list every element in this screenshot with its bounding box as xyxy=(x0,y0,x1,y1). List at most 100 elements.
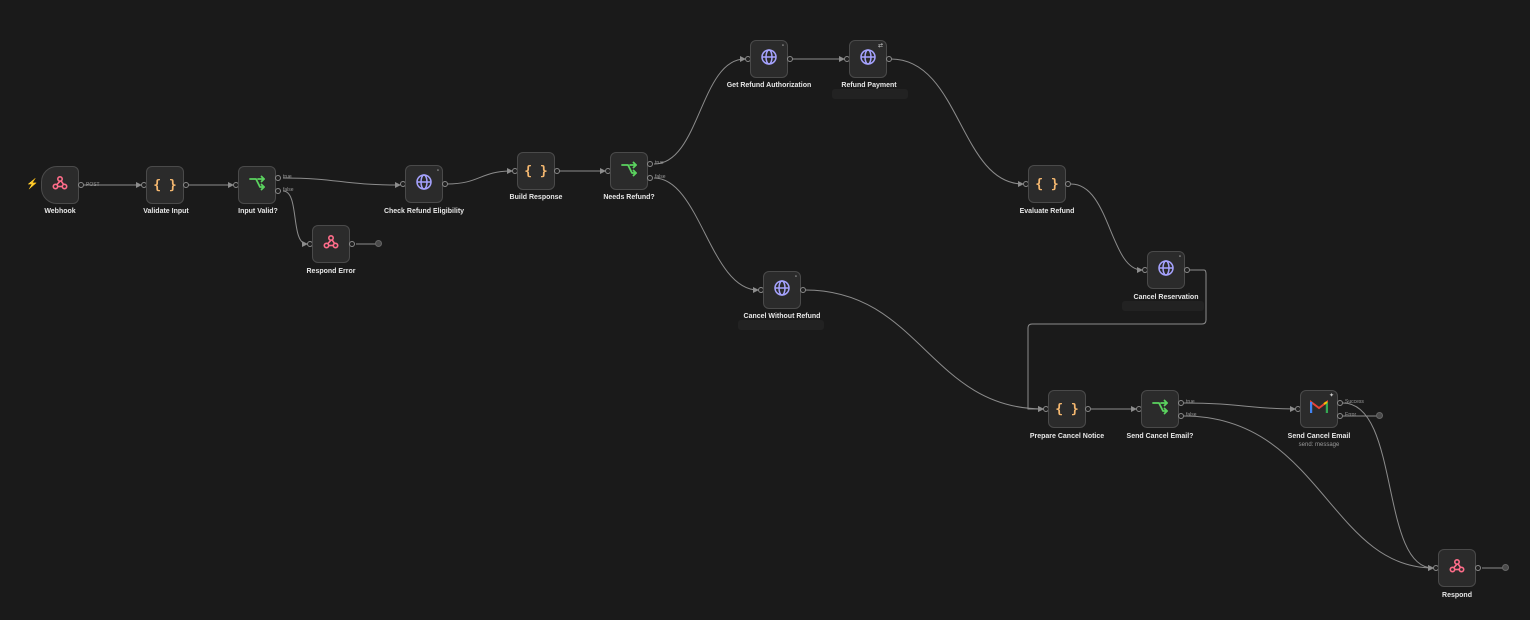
edge-inputvalid-error xyxy=(282,190,308,247)
node-label-build-response: Build Response xyxy=(509,194,563,201)
port-label-true: true xyxy=(283,174,292,180)
output-port[interactable] xyxy=(1065,181,1071,187)
port-label-post: POST xyxy=(86,182,100,188)
port-label-false: false xyxy=(283,187,294,193)
node-respond-error[interactable] xyxy=(312,225,350,263)
output-port-false[interactable] xyxy=(1178,413,1184,419)
gmail-icon xyxy=(1309,399,1329,419)
globe-icon xyxy=(859,48,877,71)
edge-cancelnr-prepare xyxy=(804,289,1044,412)
node-badge-icon: ▫ xyxy=(781,43,784,49)
output-port-true[interactable] xyxy=(275,175,281,181)
node-label-cancel-reservation: Cancel Reservation xyxy=(1133,294,1199,301)
output-port[interactable] xyxy=(183,182,189,188)
output-port-error[interactable] xyxy=(1337,413,1343,419)
node-badge-icon: ⇄ xyxy=(877,43,883,49)
node-prepare-cancel-notice[interactable]: { } xyxy=(1048,390,1086,428)
if-branch-icon xyxy=(248,174,266,197)
port-label-success: Success xyxy=(1345,399,1364,405)
edge-gmail-success-respond xyxy=(1342,402,1434,571)
node-send-cancel-email[interactable]: ✦ xyxy=(1300,390,1338,428)
code-braces-icon: { } xyxy=(524,163,548,179)
output-port-true[interactable] xyxy=(647,161,653,167)
node-get-refund-auth[interactable]: ▫ xyxy=(750,40,788,78)
node-label-send-cancel-email-check: Send Cancel Email? xyxy=(1126,433,1194,440)
node-label-evaluate-refund: Evaluate Refund xyxy=(1019,208,1075,215)
port-label-true: true xyxy=(1186,399,1195,405)
node-label-refund-payment: Refund Payment xyxy=(841,82,897,89)
node-build-response[interactable]: { } xyxy=(517,152,555,190)
add-node-handle[interactable] xyxy=(1376,412,1383,419)
node-badge-icon: ▫ xyxy=(1178,254,1181,260)
trigger-bolt-icon: ⚡ xyxy=(26,179,39,190)
edge-refund-evaluate xyxy=(890,58,1024,187)
output-port[interactable] xyxy=(554,168,560,174)
node-input-valid[interactable] xyxy=(238,166,276,204)
node-label-check-refund: Check Refund Eligibility xyxy=(383,208,465,215)
node-badge-icon: ▫ xyxy=(436,168,439,174)
node-label-respond-error: Respond Error xyxy=(306,268,356,275)
output-port-false[interactable] xyxy=(647,175,653,181)
node-label-validate-input: Validate Input xyxy=(143,208,189,215)
node-shadow xyxy=(1122,301,1204,311)
globe-icon xyxy=(1157,259,1175,282)
output-port[interactable] xyxy=(442,181,448,187)
code-braces-icon: { } xyxy=(1055,401,1079,417)
port-label-false: false xyxy=(1186,412,1197,418)
output-port[interactable] xyxy=(800,287,806,293)
node-cancel-reservation[interactable]: ▫ xyxy=(1147,251,1185,289)
globe-icon xyxy=(773,279,791,302)
edge-needs-getauth xyxy=(653,56,746,165)
workflow-canvas[interactable]: ⚡ POST Webhook { } Validate Input true f… xyxy=(0,0,1530,620)
node-subtitle-send-cancel-email: send: message xyxy=(1298,442,1340,448)
node-refund-payment[interactable]: ⇄ xyxy=(849,40,887,78)
webhook-icon xyxy=(322,233,340,256)
node-label-input-valid: Input Valid? xyxy=(238,208,278,215)
webhook-icon xyxy=(51,174,69,197)
globe-icon xyxy=(760,48,778,71)
node-cancel-without-refund[interactable]: ▫ xyxy=(763,271,801,309)
node-label-respond: Respond xyxy=(1442,592,1472,599)
node-shadow xyxy=(738,320,824,330)
edge-needs-cancelnr xyxy=(653,177,759,293)
port-label-error: Error xyxy=(1345,412,1357,418)
node-respond[interactable] xyxy=(1438,549,1476,587)
output-port-false[interactable] xyxy=(275,188,281,194)
node-needs-refund[interactable] xyxy=(610,152,648,190)
webhook-icon xyxy=(1448,557,1466,580)
edge-sendq-gmail xyxy=(1183,402,1296,412)
output-port[interactable] xyxy=(78,182,84,188)
node-badge-icon: ✦ xyxy=(1328,393,1334,399)
node-validate-input[interactable]: { } xyxy=(146,166,184,204)
node-badge-icon: ▫ xyxy=(794,274,797,280)
if-branch-icon xyxy=(620,160,638,183)
node-webhook[interactable] xyxy=(41,166,79,204)
code-braces-icon: { } xyxy=(153,177,177,193)
output-port[interactable] xyxy=(886,56,892,62)
output-port-success[interactable] xyxy=(1337,400,1343,406)
edge-check-build xyxy=(446,168,513,185)
connections-layer xyxy=(83,56,1503,571)
if-branch-icon xyxy=(1151,398,1169,421)
output-port[interactable] xyxy=(1085,406,1091,412)
node-shadow xyxy=(832,89,908,99)
add-node-handle[interactable] xyxy=(1502,564,1509,571)
node-send-cancel-email-check[interactable] xyxy=(1141,390,1179,428)
node-check-refund[interactable]: ▫ xyxy=(405,165,443,203)
output-port-true[interactable] xyxy=(1178,400,1184,406)
node-label-get-refund-auth: Get Refund Authorization xyxy=(726,82,812,89)
port-label-true: true xyxy=(655,160,664,166)
node-label-send-cancel-email: Send Cancel Email xyxy=(1287,433,1351,440)
globe-icon xyxy=(415,173,433,196)
node-label-cancel-without-refund: Cancel Without Refund xyxy=(743,313,821,320)
node-label-prepare-cancel-notice: Prepare Cancel Notice xyxy=(1029,433,1105,440)
node-evaluate-refund[interactable]: { } xyxy=(1028,165,1066,203)
output-port[interactable] xyxy=(1475,565,1481,571)
code-braces-icon: { } xyxy=(1035,176,1059,192)
port-label-false: false xyxy=(655,174,666,180)
output-port[interactable] xyxy=(787,56,793,62)
edge-evaluate-cancelres xyxy=(1070,183,1143,273)
output-port[interactable] xyxy=(1184,267,1190,273)
output-port[interactable] xyxy=(349,241,355,247)
add-node-handle[interactable] xyxy=(375,240,382,247)
